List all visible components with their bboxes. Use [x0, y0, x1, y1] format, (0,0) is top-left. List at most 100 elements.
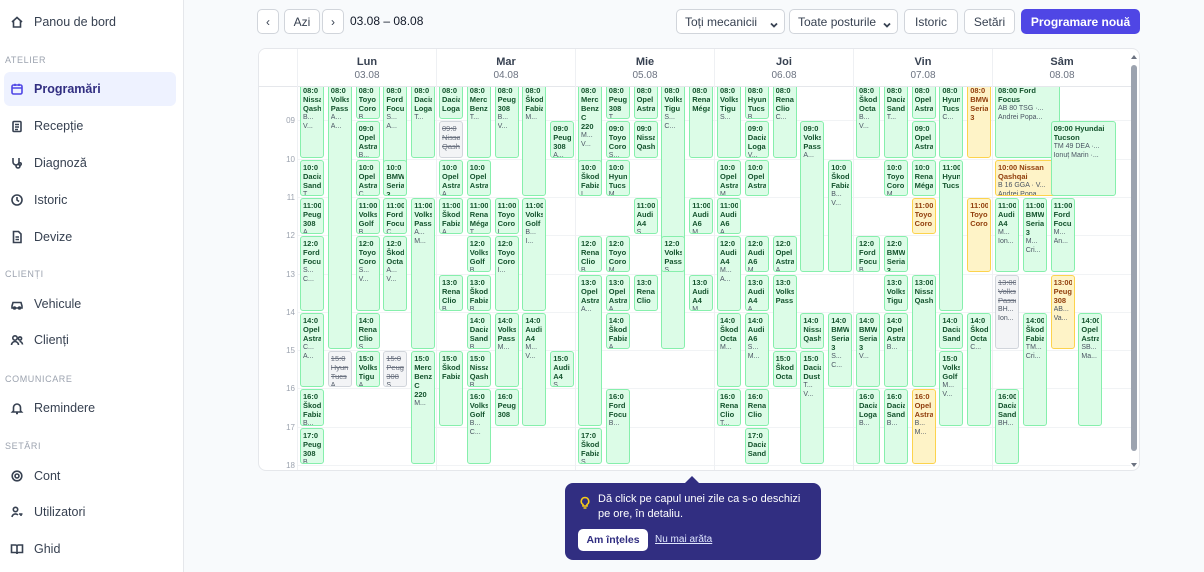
appointment-card[interactable]: 08:0 Volks Pass A... A...	[327, 87, 352, 350]
sidebar-item-guide[interactable]: Ghid	[4, 532, 176, 566]
next-week-button[interactable]: ›	[322, 9, 344, 34]
sidebar-item-quotes[interactable]: Devize	[4, 220, 176, 254]
appointment-card[interactable]: 08:0 Rena Clio C...	[772, 87, 797, 158]
sidebar-item-reminders[interactable]: Remindere	[4, 391, 176, 425]
appointment-card[interactable]: 11:00 Volks Pass A... M...	[411, 197, 436, 350]
appointment-card[interactable]: 14:0 Rena ClioS...V...	[355, 312, 380, 350]
appointment-card[interactable]: 15:0 Škod Octa	[772, 351, 797, 388]
sidebar-item-reception[interactable]: Recepție	[4, 109, 176, 143]
appointment-card[interactable]: 08:0 Volks Tigu S... C...	[661, 87, 686, 350]
mechanic-filter-select[interactable]: Toți mecanicii	[676, 9, 785, 34]
calendar-scrollbar[interactable]	[1130, 51, 1138, 469]
appointment-card[interactable]: 12:0 BMW Seria 3	[883, 236, 908, 273]
sidebar-item-diagnosis[interactable]: Diagnoză	[4, 146, 176, 180]
appointment-card[interactable]: 08:0 BMW Seria 3	[967, 87, 992, 158]
appointment-card[interactable]: 12:0 Rena Clio B...	[578, 236, 602, 273]
appointment-card[interactable]: 10:0 Dacia SandT...V...	[300, 159, 324, 196]
appointment-card[interactable]: 15:0 Nissa QashB...	[466, 351, 491, 388]
appointment-card[interactable]: 09:0 Nissa Qash	[439, 121, 463, 158]
history-button[interactable]: Istoric	[904, 9, 958, 34]
appointment-card[interactable]: 09:0 Opel Astra	[911, 121, 936, 158]
today-button[interactable]: Azi	[284, 9, 320, 34]
appointment-card[interactable]: 08:0 Rena Méga	[689, 87, 714, 158]
appointment-card[interactable]: 13:00 Volksv PassatBH...Ion...	[995, 274, 1019, 350]
day-header-wed[interactable]: Mie 05.08	[575, 49, 714, 87]
appointment-card[interactable]: 08:0 Hyun Tucs B...	[744, 87, 769, 120]
appointment-card[interactable]: 13:0 Volks Tigu	[883, 274, 908, 311]
appointment-card[interactable]: 08:0 Dacia Loga	[439, 87, 463, 120]
appointment-card[interactable]: 10:0 Škod Fabia B... V...	[828, 159, 853, 273]
appointment-card[interactable]: 15:0 Audi A4 S...	[550, 351, 575, 388]
appointment-card[interactable]: 09:0 Toyo Coro S...	[605, 121, 630, 158]
appointment-card[interactable]: 16:0 Škod FabiaB...C...	[300, 389, 324, 426]
appointment-card[interactable]: 08:0 Škod Fabia M...	[522, 87, 547, 196]
appointment-card[interactable]: 11:00 Audi A6 A...	[717, 197, 741, 235]
appointment-card[interactable]: 16:0 Ford Focu B...	[605, 389, 630, 464]
appointment-card[interactable]: 17:0 Škod Fabia S...	[578, 427, 602, 464]
appointment-card[interactable]: 08:0 Peug 308 B... V...	[494, 87, 519, 158]
appointment-card[interactable]: 14:0 Škod Octa C...	[967, 312, 992, 426]
appointment-card[interactable]: 10:0 Opel Astra A...	[439, 159, 463, 196]
appointment-card[interactable]: 08:0 Volks Tigu S...	[717, 87, 741, 158]
appointment-card[interactable]: 16:0 Rena Clio T...	[717, 389, 741, 426]
appointment-card[interactable]: 15:0 Peug 308 S...	[383, 351, 408, 388]
appointment-card[interactable]: 16:0 Volks Golf B... C...	[466, 389, 491, 464]
appointment-card[interactable]: 11:00 Hyun Tucs	[939, 159, 964, 311]
appointment-card[interactable]: 14:0 Dacia Sand	[939, 312, 964, 350]
sidebar-item-dashboard[interactable]: Panou de bord	[4, 5, 176, 39]
day-header-thu[interactable]: Joi 06.08	[714, 49, 853, 87]
day-header-mon[interactable]: Lun 03.08	[297, 49, 436, 87]
appointment-card[interactable]: 09:0 Volks Pass A...	[800, 121, 825, 273]
appointment-card[interactable]: 14:0 Dacia SandB...	[466, 312, 491, 350]
appointment-card[interactable]: 11:00 Škod Fabia A...	[439, 197, 463, 235]
appointment-card[interactable]: 12:0 Audi A4 M... A...	[717, 236, 741, 311]
sidebar-item-account[interactable]: Cont	[4, 459, 176, 493]
appointment-card[interactable]: 14:0 Audi A6 S... M...	[744, 312, 769, 388]
appointment-card[interactable]: 11:00 Ford Focu C...	[383, 197, 408, 235]
appointment-card[interactable]: 14:0 BMW Seria 3 V...	[856, 312, 880, 388]
appointment-card[interactable]: 15:0 Dacia DustT...V...	[800, 351, 825, 464]
appointment-card[interactable]: 11:00 Peug 308A...V...	[300, 197, 324, 235]
appointment-card[interactable]: 13:0 Škod Fabia B...	[466, 274, 491, 311]
appointment-card[interactable]: 08:0 Opel Astra	[911, 87, 936, 120]
appointment-card[interactable]: 13:0 Audi A4 A...	[744, 274, 769, 311]
appointment-card[interactable]: 12:0 Volks Pass S...	[661, 236, 686, 273]
appointment-card[interactable]: 14:0 Audi A4 M... V...	[522, 312, 547, 426]
scroll-up-arrow-icon[interactable]	[1131, 55, 1137, 59]
appointment-card[interactable]: 10:0 Opel Astra	[466, 159, 491, 196]
scroll-thumb[interactable]	[1131, 65, 1137, 451]
appointment-card[interactable]: 15:0 Hyun Tucs A...	[327, 351, 352, 388]
appointment-card[interactable]: 15:0 Volks Tigu A...	[355, 351, 380, 388]
appointment-card[interactable]: 13:00 Nissa Qash	[911, 274, 936, 388]
sidebar-item-clients[interactable]: Clienți	[4, 323, 176, 357]
appointment-card[interactable]: 17:0 Dacia Sand	[744, 427, 769, 464]
appointment-card[interactable]: 12:0 Ford FocuB...M...	[856, 236, 880, 273]
appointment-card[interactable]: 10:0 Toyo Coro M...	[883, 159, 908, 196]
appointment-card[interactable]: 12:0 Audi A6 M...	[744, 236, 769, 273]
appointment-card[interactable]: 16:0 Dacia LogaB...	[856, 389, 880, 464]
appointment-card[interactable]: 13:0 Volks Pass	[772, 274, 797, 350]
sidebar-item-appointments[interactable]: Programări	[4, 72, 176, 106]
sidebar-item-users[interactable]: Utilizatori	[4, 495, 176, 529]
appointment-card[interactable]: 12:0 Toyo Coro M...	[605, 236, 630, 273]
appointment-card[interactable]: 11:00 Rena Méga T...	[466, 197, 491, 235]
appointment-card[interactable]: 08:0 Dacia SandT...	[883, 87, 908, 158]
appointment-card[interactable]: 11:00 Audi A4 M... Ion...	[995, 197, 1019, 273]
appointment-card[interactable]: 11:00 Ford FocusM...An...	[1050, 197, 1075, 273]
appointment-card[interactable]: 15:0 Škod Fabia	[439, 351, 463, 426]
appointment-card[interactable]: 10:0 Opel Astra M...	[717, 159, 741, 196]
day-header-fri[interactable]: Vin 07.08	[853, 49, 992, 87]
appointment-card[interactable]: 14:00 Škoda FabiaTM...Cri...	[1022, 312, 1047, 426]
appointment-card[interactable]: 15:0 Merc Benz C 220 M...	[411, 351, 436, 464]
tip-dismiss-button[interactable]: Am înțeles	[578, 529, 648, 551]
appointment-card[interactable]: 15:0 Volks Golf M... V...	[939, 351, 964, 426]
appointment-card[interactable]: 13:00 Peuge 308AB...Va...	[1050, 274, 1075, 350]
sidebar-item-vehicles[interactable]: Vehicule	[4, 287, 176, 321]
new-appointment-button[interactable]: Programare nouă	[1021, 9, 1140, 34]
appointment-card[interactable]: 14:0 BMW Seria 3 S... C...	[828, 312, 853, 388]
appointment-card[interactable]: 13:0 Opel Astra A...	[605, 274, 630, 311]
appointment-card[interactable]: 11:00 BMW Seria 3 M... Cri...	[1022, 197, 1047, 273]
appointment-card[interactable]: 11:00 Toyo Coro	[911, 197, 936, 235]
appointment-card[interactable]: 12:0 Škod Octa A... V...	[383, 236, 408, 311]
appointment-card[interactable]: 16:0 Opel Astra B... M...	[911, 389, 936, 464]
